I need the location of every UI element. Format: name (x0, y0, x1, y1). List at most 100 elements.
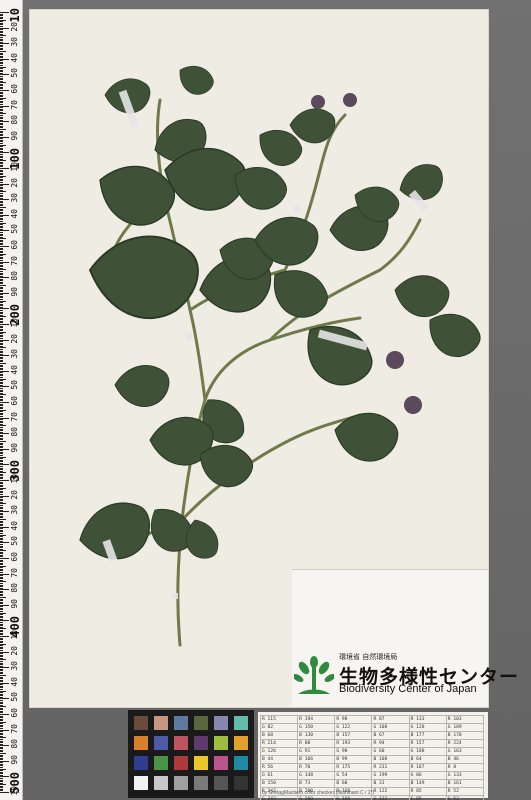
herbarium-specimen-image: 10 20 30 40 50 60 70 80 90 100 10 20 30 40 50 60 70 80 90 2… (0, 0, 531, 800)
table-cell: R 103 (445, 715, 485, 724)
color-swatch (134, 756, 148, 770)
color-swatch (154, 716, 168, 730)
table-row: B 68 B 130 B 157 B 67 B 177 B 170 (259, 731, 485, 740)
table-row: R 56 R 70 R 175 R 231 R 187 R 8 (259, 763, 485, 772)
table-cell: R 214 (259, 739, 299, 748)
table-row: G 126 G 91 G 90 G 60 G 188 G 163 (259, 747, 485, 756)
table-cell: R 98 (334, 715, 373, 724)
table-cell: G 90 (334, 747, 373, 756)
color-swatch (174, 716, 188, 730)
table-cell: G 160 (334, 795, 373, 800)
table-cell: G 133 (445, 771, 485, 780)
color-swatch (234, 756, 248, 770)
organization-name-en: Biodiversity Center of Japan (339, 683, 477, 695)
table-row: G 61 G 148 G 54 G 199 G 86 G 133 (259, 771, 485, 780)
table-cell: G 243 (259, 795, 299, 800)
color-swatch (154, 776, 168, 790)
table-cell: B 68 (259, 731, 299, 740)
table-row: B 44 B 166 B 99 B 108 B 64 B 46 (259, 755, 485, 764)
table-cell: R 187 (408, 763, 447, 772)
table-cell: B 60 (334, 779, 373, 788)
table-cell: G 61 (259, 771, 299, 780)
table-cell: G 86 (408, 771, 447, 780)
table-cell: B 44 (259, 755, 299, 764)
table-cell: B 170 (445, 731, 485, 740)
table-row: B 150 B 73 B 60 B 31 B 149 B 161 (259, 779, 485, 788)
table-cell: B 67 (371, 731, 410, 740)
table-cell: G 148 (297, 771, 336, 780)
table-cell: R 194 (297, 715, 336, 724)
color-swatch (234, 736, 248, 750)
table-cell: B 46 (445, 755, 485, 764)
table-row: G 82 G 150 G 122 G 108 G 128 G 189 (259, 723, 485, 732)
color-swatch (134, 776, 148, 790)
table-cell: G 122 (371, 795, 410, 800)
color-swatch (234, 776, 248, 790)
table-cell: B 108 (371, 755, 410, 764)
table-cell: G 108 (371, 723, 410, 732)
plant-sprout-logo-icon (294, 656, 334, 694)
color-swatch (154, 736, 168, 750)
table-cell: B 73 (297, 779, 336, 788)
table-cell: B 130 (297, 731, 336, 740)
table-cell: R 122 (371, 787, 410, 796)
table-cell: R 80 (297, 739, 336, 748)
table-cell: R 87 (371, 715, 410, 724)
table-row: R 115 R 194 R 98 R 87 R 133 R 103 (259, 715, 485, 724)
color-swatch (174, 776, 188, 790)
table-cell: G 54 (334, 771, 373, 780)
table-cell: R 8 (445, 763, 485, 772)
color-swatch (154, 756, 168, 770)
ministry-label: 環境省 自然環境局 (339, 653, 398, 661)
table-cell: G 52 (445, 795, 485, 800)
table-cell: B 166 (297, 755, 336, 764)
table-cell: B 150 (259, 779, 299, 788)
color-swatch (234, 716, 248, 730)
table-cell: R 133 (408, 715, 447, 724)
table-cell: G 122 (334, 723, 373, 732)
table-cell: B 99 (334, 755, 373, 764)
table-cell: G 189 (445, 723, 485, 732)
color-swatch (214, 756, 228, 770)
table-cell: G 85 (408, 795, 447, 800)
table-cell: G 163 (445, 747, 485, 756)
table-cell: G 150 (297, 723, 336, 732)
table-cell: B 157 (334, 731, 373, 740)
table-cell: R 157 (408, 739, 447, 748)
table-cell: R 193 (334, 739, 373, 748)
table-cell: R 94 (371, 739, 410, 748)
table-cell: G 199 (371, 771, 410, 780)
color-swatch (194, 716, 208, 730)
table-cell: R 85 (408, 787, 447, 796)
table-cell: G 82 (259, 723, 299, 732)
color-swatch (214, 776, 228, 790)
color-reference-caption: by GretagMacbeth color checker (Illumina… (262, 790, 375, 796)
table-cell: B 149 (408, 779, 447, 788)
table-cell: B 177 (408, 731, 447, 740)
table-cell: B 161 (445, 779, 485, 788)
color-swatch (134, 716, 148, 730)
table-cell: G 126 (259, 747, 299, 756)
color-reference-card: R 115 R 194 R 98 R 87 R 133 R 103 G 82 G 150 G 1… (258, 712, 488, 800)
table-cell: R 52 (445, 787, 485, 796)
table-cell: G 188 (408, 747, 447, 756)
table-cell: G 60 (371, 747, 410, 756)
color-swatch (194, 756, 208, 770)
color-swatch (134, 736, 148, 750)
color-swatch (214, 716, 228, 730)
table-cell: R 56 (259, 763, 299, 772)
color-swatch (194, 736, 208, 750)
table-cell: B 31 (371, 779, 410, 788)
table-cell: R 115 (259, 715, 299, 724)
table-cell: R 175 (334, 763, 373, 772)
table-cell: R 231 (371, 763, 410, 772)
plant-leaves (71, 60, 487, 574)
table-row: G 243 G 200 G 160 G 122 G 85 G 52 (259, 795, 485, 800)
table-cell: R 70 (297, 763, 336, 772)
color-swatch (174, 736, 188, 750)
color-reference-table: R 115 R 194 R 98 R 87 R 133 R 103 G 82 G 150 G 1… (259, 715, 485, 800)
table-cell: G 200 (297, 795, 336, 800)
table-cell: G 128 (408, 723, 447, 732)
table-cell: B 64 (408, 755, 447, 764)
color-swatch (174, 756, 188, 770)
